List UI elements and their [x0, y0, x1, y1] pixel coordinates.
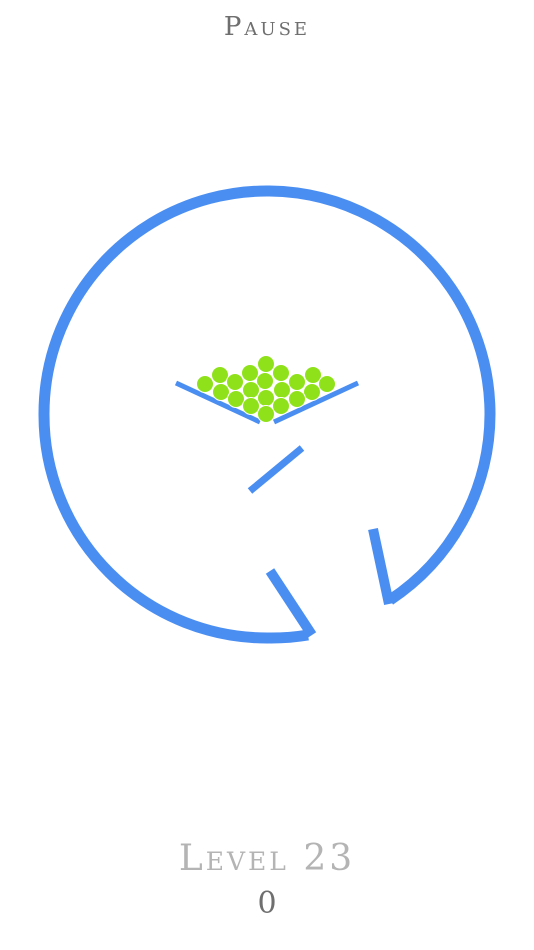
ball: [272, 397, 290, 415]
score-counter: 0: [257, 886, 277, 921]
ball: [242, 397, 260, 415]
ball: [241, 364, 259, 382]
ball: [212, 383, 230, 401]
ball: [303, 383, 321, 401]
ball: [242, 381, 260, 399]
ball-cluster: [196, 355, 336, 423]
game-board[interactable]: [0, 0, 534, 950]
ball: [227, 390, 245, 408]
ball: [288, 373, 306, 391]
ball: [211, 366, 229, 384]
ball: [257, 405, 275, 423]
ball: [273, 381, 291, 399]
ball: [288, 390, 306, 408]
ball: [257, 389, 275, 407]
ball: [196, 375, 214, 393]
level-label: Level 23: [178, 838, 356, 879]
pause-button[interactable]: Pause: [0, 12, 534, 42]
left-gate-arm: [265, 568, 317, 638]
ball: [272, 364, 290, 382]
ball: [318, 375, 336, 393]
deflector-bar[interactable]: [247, 445, 305, 494]
ball: [226, 373, 244, 391]
right-gate-arm: [368, 527, 394, 606]
ball: [257, 355, 275, 373]
